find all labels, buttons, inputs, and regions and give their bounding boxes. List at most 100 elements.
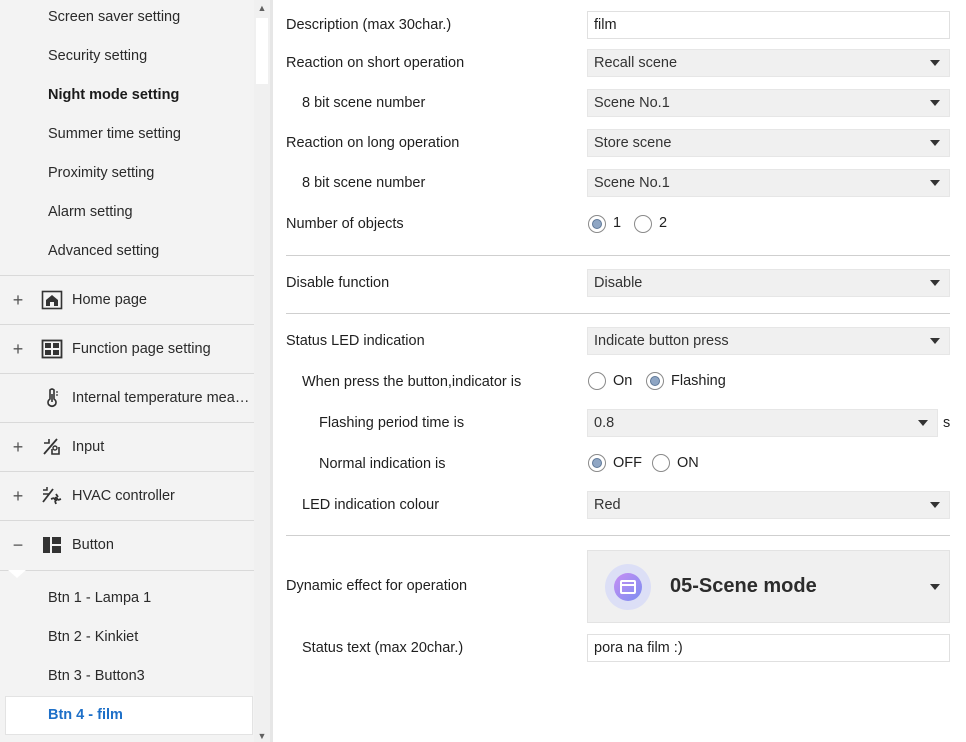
expand-icon[interactable]: +: [10, 486, 26, 506]
disable-function-value: Disable: [594, 275, 643, 291]
expanded-notch: [8, 570, 26, 578]
tree-item-label: Home page: [72, 292, 147, 308]
chevron-down-icon: [918, 420, 928, 426]
normal-indication-label: Normal indication is: [319, 456, 446, 472]
long-operation-select[interactable]: Store scene: [587, 129, 950, 157]
dynamic-effect-select[interactable]: 05-Scene mode: [587, 550, 950, 623]
status-text-label: Status text (max 20char.): [302, 640, 464, 656]
led-colour-label: LED indication colour: [302, 497, 440, 513]
tree-item-function-page[interactable]: + Function page setting: [0, 324, 254, 373]
sidebar-item-screen-saver[interactable]: Screen saver setting: [48, 0, 180, 37]
chevron-down-icon: [930, 100, 940, 106]
expand-icon[interactable]: +: [10, 437, 26, 457]
section-divider: [286, 535, 950, 536]
section-divider: [286, 313, 950, 314]
sidebar-item-proximity[interactable]: Proximity setting: [48, 154, 154, 193]
tree-item-label: Internal temperature meas...: [72, 390, 252, 406]
scroll-up-arrow-icon[interactable]: ▲: [257, 3, 267, 13]
sidebar-child-btn2[interactable]: Btn 2 - Kinkiet: [48, 618, 138, 657]
collapse-icon[interactable]: −: [10, 535, 26, 555]
indicator-option-on-label: On: [613, 373, 633, 389]
sidebar-scrollbar[interactable]: ▲ ▼: [254, 0, 270, 742]
status-led-value: Indicate button press: [594, 333, 729, 349]
tree-item-label: Button: [72, 537, 114, 553]
short-scene-number-select[interactable]: Scene No.1: [587, 89, 950, 117]
dynamic-effect-value: 05-Scene mode: [670, 575, 817, 597]
sidebar-item-alarm[interactable]: Alarm setting: [48, 193, 133, 232]
tree-item-label: Input: [72, 439, 105, 455]
sidebar-item-summer-time[interactable]: Summer time setting: [48, 115, 181, 154]
indicator-radio-flashing[interactable]: [646, 372, 664, 390]
normal-indication-radio-off[interactable]: [588, 454, 606, 472]
tree-item-button[interactable]: − Button: [0, 520, 254, 569]
status-text-value: pora na film :): [594, 640, 683, 656]
sidebar-item-security[interactable]: Security setting: [48, 37, 147, 76]
disable-function-label: Disable function: [286, 275, 390, 291]
sidebar-item-night-mode[interactable]: Night mode setting: [48, 76, 179, 115]
input-icon: [41, 437, 63, 457]
expand-icon[interactable]: +: [10, 339, 26, 359]
chevron-down-icon: [930, 180, 940, 186]
chevron-down-icon: [930, 140, 940, 146]
settings-panel: Description (max 30char.) film Reaction …: [273, 0, 966, 742]
objects-option-2-label: 2: [659, 215, 668, 231]
flashing-period-label: Flashing period time is: [319, 415, 465, 431]
sidebar: Screen saver setting Security setting Ni…: [0, 0, 254, 742]
long-scene-number-label: 8 bit scene number: [302, 175, 426, 191]
tree-item-label: Function page setting: [72, 341, 211, 357]
led-colour-value: Red: [594, 497, 621, 513]
description-input[interactable]: film: [587, 11, 950, 39]
indicator-radio-on[interactable]: [588, 372, 606, 390]
flashing-period-select[interactable]: 0.8: [587, 409, 938, 437]
sidebar-item-advanced[interactable]: Advanced setting: [48, 232, 159, 271]
long-operation-label: Reaction on long operation: [286, 135, 460, 151]
sidebar-child-btn4-selected[interactable]: Btn 4 - film: [5, 696, 253, 735]
objects-radio-1[interactable]: [588, 215, 606, 233]
description-value: film: [594, 17, 617, 33]
short-scene-number-value: Scene No.1: [594, 95, 670, 111]
sidebar-child-btn1[interactable]: Btn 1 - Lampa 1: [48, 579, 151, 618]
expand-icon[interactable]: +: [10, 290, 26, 310]
long-scene-number-value: Scene No.1: [594, 175, 670, 191]
flashing-period-unit: s: [943, 415, 951, 431]
grid-icon: [41, 339, 63, 359]
tree-item-hvac-controller[interactable]: + HVAC controller: [0, 471, 254, 520]
hvac-icon: [41, 486, 63, 506]
chevron-down-icon: [930, 60, 940, 66]
normal-indication-option-on-label: ON: [677, 455, 699, 471]
led-colour-select[interactable]: Red: [587, 491, 950, 519]
chevron-down-icon: [930, 338, 940, 344]
section-divider: [286, 255, 950, 256]
short-operation-select[interactable]: Recall scene: [587, 49, 950, 77]
sidebar-child-btn3[interactable]: Btn 3 - Button3: [48, 657, 145, 696]
chevron-down-icon: [930, 280, 940, 286]
long-operation-value: Store scene: [594, 135, 672, 151]
description-label: Description (max 30char.): [286, 17, 452, 33]
chevron-down-icon: [930, 584, 940, 590]
scroll-down-arrow-icon[interactable]: ▼: [257, 731, 267, 741]
tree-item-internal-temperature[interactable]: Internal temperature meas...: [0, 373, 254, 422]
short-scene-number-label: 8 bit scene number: [302, 95, 426, 111]
tree-item-input[interactable]: + Input: [0, 422, 254, 471]
sidebar-child-label: Btn 4 - film: [48, 707, 123, 723]
normal-indication-radio-on[interactable]: [652, 454, 670, 472]
normal-indication-option-off-label: OFF: [613, 455, 642, 471]
objects-label: Number of objects: [286, 216, 404, 232]
chevron-down-icon: [930, 502, 940, 508]
home-icon: [41, 290, 63, 310]
layout-icon: [41, 535, 63, 555]
status-text-input[interactable]: pora na film :): [587, 634, 950, 662]
scrollbar-thumb[interactable]: [256, 18, 268, 84]
short-operation-value: Recall scene: [594, 55, 678, 71]
status-led-select[interactable]: Indicate button press: [587, 327, 950, 355]
tree-item-home-page[interactable]: + Home page: [0, 275, 254, 324]
indicator-option-flashing-label: Flashing: [671, 373, 726, 389]
tree-item-label: HVAC controller: [72, 488, 175, 504]
disable-function-select[interactable]: Disable: [587, 269, 950, 297]
objects-radio-2[interactable]: [634, 215, 652, 233]
app-window: Screen saver setting Security setting Ni…: [0, 0, 966, 742]
dynamic-effect-label: Dynamic effect for operation: [286, 578, 468, 594]
scene-clapper-icon: [605, 564, 651, 610]
long-scene-number-select[interactable]: Scene No.1: [587, 169, 950, 197]
thermometer-icon: [41, 388, 63, 408]
